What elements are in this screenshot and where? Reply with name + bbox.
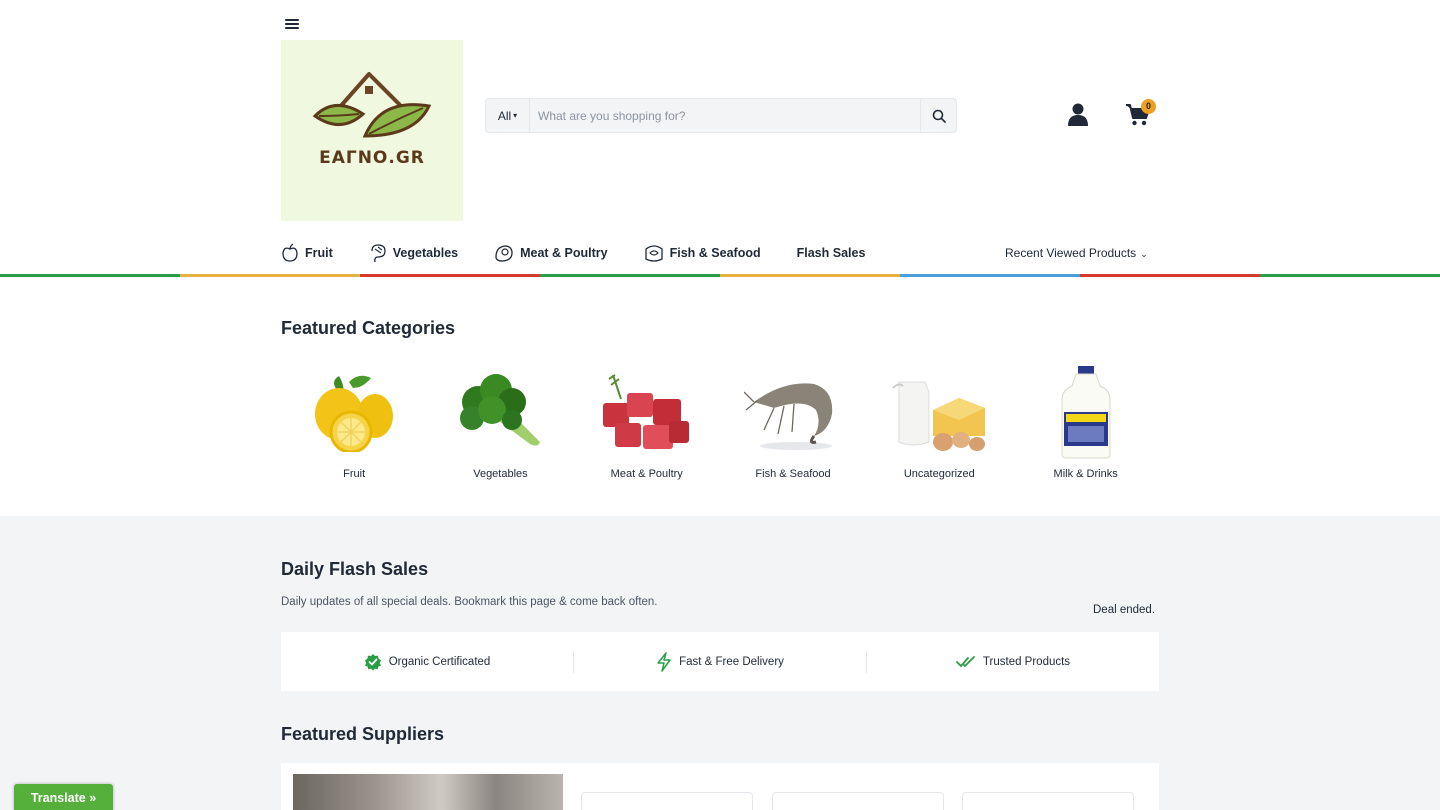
chevron-down-icon: ▾ bbox=[513, 111, 518, 120]
recent-viewed-dropdown[interactable]: Recent Viewed Products ⌄ bbox=[1005, 246, 1148, 260]
nav-item-flash-sales[interactable]: Flash Sales bbox=[797, 246, 866, 260]
certified-badge-icon bbox=[364, 653, 381, 671]
feature-label: Organic Certificated bbox=[388, 655, 491, 668]
nav-item-label: Fish & Seafood bbox=[669, 246, 761, 260]
supplier-card[interactable] bbox=[962, 792, 1134, 810]
search-bar: All ▾ bbox=[485, 98, 957, 133]
category-card-meat-poultry[interactable]: Meat & Poultry bbox=[574, 362, 720, 480]
stripe-segment bbox=[1260, 274, 1440, 277]
feature-label: Fast & Free Delivery bbox=[679, 655, 784, 668]
color-stripe bbox=[0, 274, 1440, 277]
category-list: Fruit Vegetables Meat & Poultry Fish & S… bbox=[281, 362, 1159, 480]
nav-item-meat-poultry[interactable]: Meat & Poultry bbox=[494, 243, 608, 263]
meat-cubes-image bbox=[597, 362, 697, 462]
menu-icon[interactable] bbox=[285, 19, 299, 31]
feature-trusted: Trusted Products bbox=[866, 650, 1159, 673]
cart-count-badge: 0 bbox=[1141, 99, 1156, 114]
category-card-vegetables[interactable]: Vegetables bbox=[427, 362, 573, 480]
search-icon bbox=[932, 109, 946, 123]
nav-item-label: Meat & Poultry bbox=[520, 246, 608, 260]
logo-house-leaves-icon bbox=[312, 72, 432, 138]
stripe-segment bbox=[360, 274, 540, 277]
category-nav: Fruit Vegetables Meat & Poultry Fish & S… bbox=[281, 240, 901, 266]
featured-suppliers-title: Featured Suppliers bbox=[281, 724, 445, 744]
dairy-image bbox=[889, 362, 989, 462]
logo-text: ΕΑΓΝΟ.GR bbox=[319, 148, 425, 168]
double-check-icon bbox=[956, 655, 975, 667]
nav-item-label: Vegetables bbox=[392, 246, 459, 260]
nav-item-label: Fruit bbox=[305, 246, 333, 260]
chevron-down-icon: ⌄ bbox=[1140, 249, 1148, 259]
milk-bottle-image bbox=[1036, 362, 1136, 462]
supplier-card[interactable] bbox=[581, 792, 753, 810]
stripe-segment bbox=[1080, 274, 1260, 277]
vegetables-icon bbox=[371, 244, 386, 263]
category-label: Fruit bbox=[343, 468, 366, 480]
category-label: Uncategorized bbox=[903, 468, 975, 480]
stripe-segment bbox=[720, 274, 900, 277]
stripe-segment bbox=[0, 274, 180, 277]
category-card-fish-seafood[interactable]: Fish & Seafood bbox=[720, 362, 866, 480]
flash-sales-subtitle: Daily updates of all special deals. Book… bbox=[281, 596, 658, 608]
supplier-banner-image bbox=[293, 774, 563, 810]
feature-label: Trusted Products bbox=[982, 655, 1071, 668]
search-input[interactable] bbox=[530, 99, 920, 132]
stripe-segment bbox=[180, 274, 360, 277]
nav-item-fruit[interactable]: Fruit bbox=[281, 243, 333, 263]
feature-delivery: Fast & Free Delivery bbox=[573, 650, 866, 673]
translate-button[interactable]: Translate » bbox=[14, 784, 113, 810]
category-label: Vegetables bbox=[473, 468, 528, 480]
category-label: Meat & Poultry bbox=[610, 468, 683, 480]
nav-item-fish-seafood[interactable]: Fish & Seafood bbox=[644, 243, 761, 263]
category-card-fruit[interactable]: Fruit bbox=[281, 362, 427, 480]
user-account-icon[interactable] bbox=[1068, 103, 1088, 127]
stripe-segment bbox=[900, 274, 1080, 277]
search-category-label: All bbox=[497, 108, 512, 123]
search-category-select[interactable]: All ▾ bbox=[486, 99, 530, 132]
search-button[interactable] bbox=[920, 99, 956, 132]
supplier-card[interactable] bbox=[772, 792, 944, 810]
shrimp-image bbox=[743, 362, 843, 462]
nav-item-vegetables[interactable]: Vegetables bbox=[369, 243, 458, 263]
features-bar: Organic Certificated Fast & Free Deliver… bbox=[281, 632, 1159, 691]
category-label: Milk & Drinks bbox=[1053, 468, 1118, 480]
nav-item-label: Flash Sales bbox=[796, 246, 866, 260]
deal-status: Deal ended. bbox=[1093, 604, 1156, 616]
lemon-image bbox=[304, 362, 404, 462]
featured-categories-title: Featured Categories bbox=[281, 318, 456, 338]
apple-icon bbox=[282, 243, 298, 262]
category-card-uncategorized[interactable]: Uncategorized bbox=[866, 362, 1012, 480]
suppliers-panel bbox=[281, 763, 1159, 810]
site-logo[interactable]: ΕΑΓΝΟ.GR bbox=[281, 40, 463, 221]
broccoli-image bbox=[450, 362, 550, 462]
lightning-icon bbox=[657, 651, 671, 672]
fish-icon bbox=[644, 245, 663, 262]
recent-viewed-label: Recent Viewed Products bbox=[1005, 246, 1137, 260]
category-label: Fish & Seafood bbox=[755, 468, 831, 480]
flash-sales-title: Daily Flash Sales bbox=[281, 559, 429, 579]
meat-icon bbox=[495, 245, 513, 262]
category-card-milk-drinks[interactable]: Milk & Drinks bbox=[1012, 362, 1158, 480]
feature-organic: Organic Certificated bbox=[281, 651, 573, 673]
stripe-segment bbox=[540, 274, 720, 277]
